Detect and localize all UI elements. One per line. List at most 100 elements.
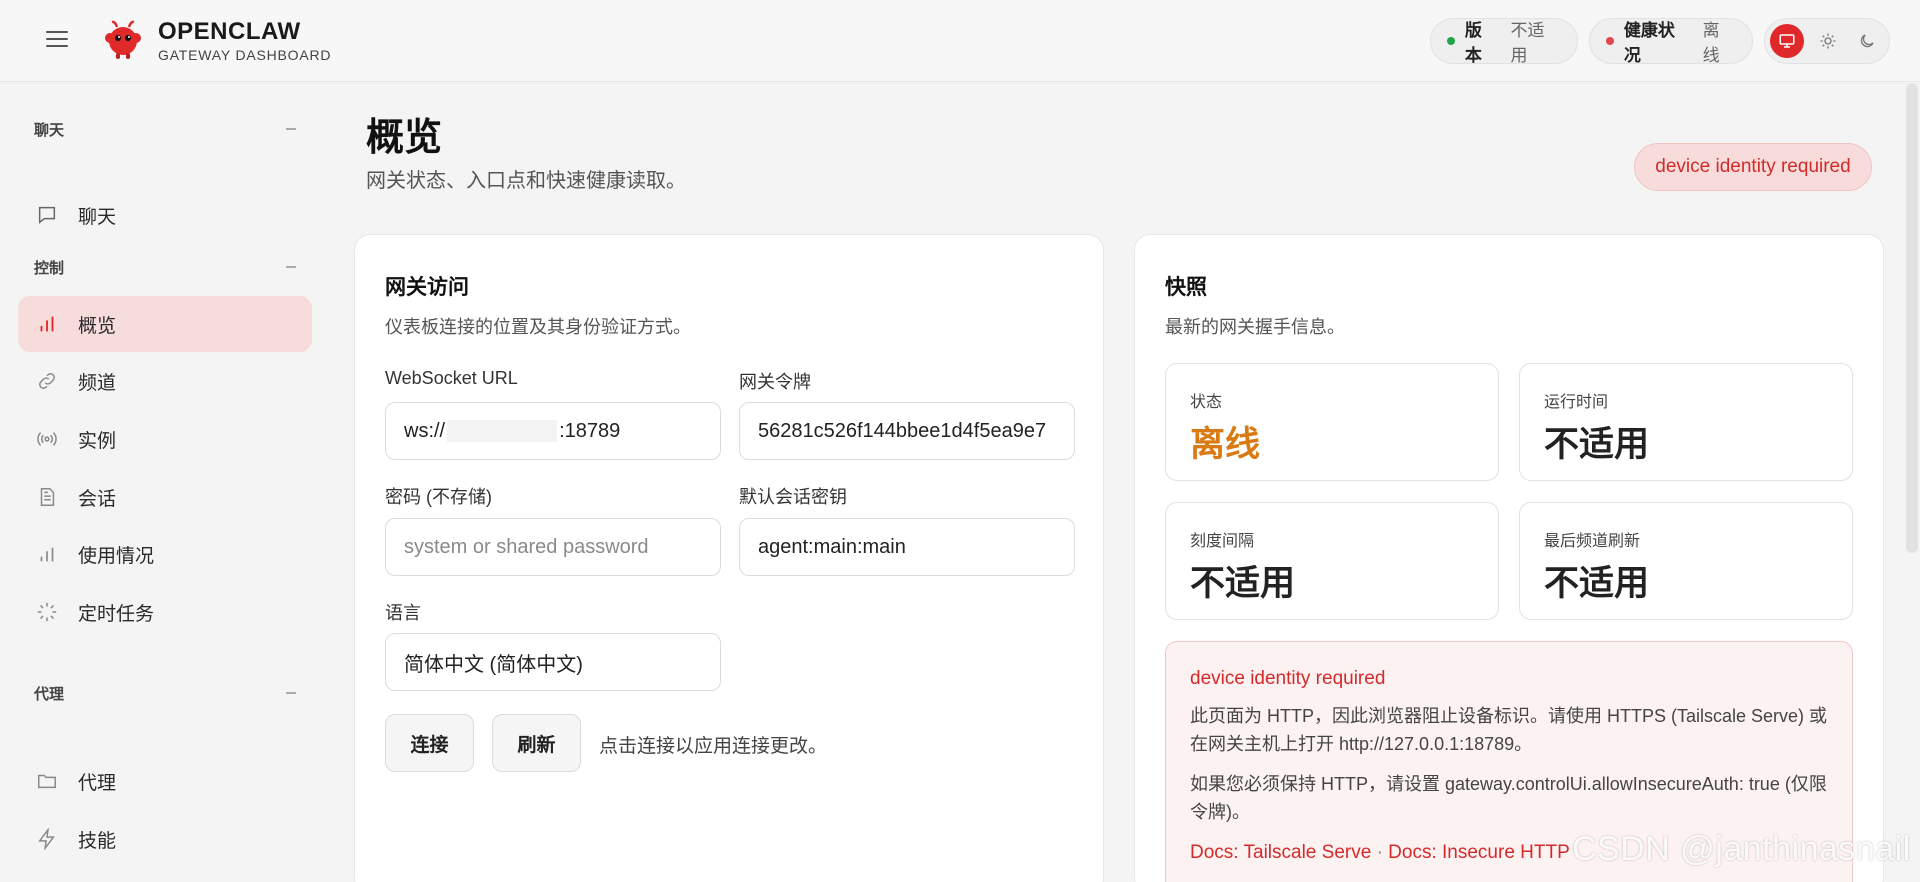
snapshot-card: 快照 最新的网关握手信息。 状态 离线 运行时间 不适用 刻度间隔 不适用 最后…	[1134, 234, 1884, 882]
chat-bubble-icon	[34, 202, 60, 228]
broadcast-icon	[34, 426, 60, 452]
tailscale-serve-docs-link[interactable]: Docs: Tailscale Serve	[1190, 842, 1371, 863]
gateway-token-label: 网关令牌	[739, 372, 811, 392]
stat-value: 不适用	[1544, 425, 1650, 464]
health-pill: 健康状况 离线	[1589, 18, 1753, 65]
page-subtitle: 网关状态、入口点和快速健康读取。	[366, 170, 686, 192]
version-pill: 版本 不适用	[1430, 18, 1578, 65]
stat-label: 刻度间隔	[1190, 533, 1255, 550]
redacted-host	[447, 420, 558, 442]
stat-tick-interval: 刻度间隔 不适用	[1165, 502, 1499, 620]
section-title-chat[interactable]: 聊天	[34, 119, 64, 140]
version-status-dot	[1447, 37, 1455, 45]
sidebar-item-label: 使用情况	[78, 545, 155, 567]
password-label: 密码 (不存储)	[385, 487, 492, 507]
sidebar-item-overview[interactable]: 概览	[18, 296, 312, 352]
sidebar-item-cron[interactable]: 定时任务	[18, 584, 312, 640]
health-value: 离线	[1702, 21, 1720, 65]
bar-chart-icon	[34, 311, 60, 337]
sidebar-item-agents[interactable]: 代理	[18, 753, 312, 809]
collapse-icon[interactable]	[286, 128, 296, 130]
connect-hint: 点击连接以应用连接更改。	[599, 736, 828, 757]
alert-links: Docs: Tailscale Serve · Docs: Insecure H…	[1190, 842, 1570, 864]
brand-name: OPENCLAW	[158, 18, 301, 45]
system-theme-button[interactable]	[1770, 24, 1804, 58]
collapse-icon[interactable]	[286, 266, 296, 268]
page-title: 概览	[366, 117, 443, 159]
link-separator: ·	[1376, 842, 1383, 863]
openclaw-logo	[105, 20, 141, 59]
brand: OPENCLAW GATEWAY DASHBOARD	[158, 18, 331, 63]
sidebar-item-chat[interactable]: 聊天	[18, 187, 312, 243]
dark-theme-button[interactable]	[1850, 24, 1884, 58]
sidebar-item-label: 概览	[78, 315, 117, 337]
card-subtitle: 最新的网关握手信息。	[1165, 317, 1345, 337]
sidebar-item-label: 频道	[78, 372, 117, 394]
stat-status: 状态 离线	[1165, 363, 1499, 481]
websocket-url-prefix: ws://	[404, 419, 446, 442]
scrollbar[interactable]	[1906, 83, 1918, 553]
sidebar-item-sessions[interactable]: 会话	[18, 469, 312, 525]
sidebar: 聊天 聊天 控制 概览 频道 实例 会话 使用情况 定时任务 代理 代理 技能	[0, 83, 330, 882]
section-title-control[interactable]: 控制	[34, 257, 64, 278]
alert-paragraph: 此页面为 HTTP，因此浏览器阻止设备标识。请使用 HTTPS (Tailsca…	[1190, 706, 1828, 754]
watermark: CSDN @janthinasnail	[1572, 830, 1911, 868]
sidebar-item-label: 定时任务	[78, 603, 155, 625]
connect-button[interactable]: 连接	[385, 714, 474, 772]
section-title-agents[interactable]: 代理	[34, 683, 64, 704]
sidebar-item-label: 会话	[78, 488, 117, 510]
monitor-icon	[1779, 34, 1795, 48]
bar-chart-icon	[34, 541, 60, 567]
brand-subtitle: GATEWAY DASHBOARD	[158, 47, 332, 63]
collapse-icon[interactable]	[286, 692, 296, 694]
stat-value: 不适用	[1190, 564, 1296, 603]
sidebar-item-label: 聊天	[78, 206, 117, 228]
sun-icon	[1820, 33, 1836, 49]
session-key-label: 默认会话密钥	[739, 487, 847, 507]
language-select[interactable]: 简体中文 (简体中文)	[385, 633, 721, 691]
alert-paragraph: 如果您必须保持 HTTP，请设置 gateway.controlUi.allow…	[1190, 774, 1827, 822]
top-bar: OPENCLAW GATEWAY DASHBOARD 版本 不适用 健康状况 离…	[0, 0, 1920, 82]
link-icon	[34, 368, 60, 394]
password-input[interactable]: system or shared password	[385, 518, 721, 576]
health-status-dot	[1606, 37, 1614, 45]
websocket-url-label: WebSocket URL	[385, 368, 518, 388]
theme-switcher	[1764, 18, 1890, 64]
sidebar-item-nodes[interactable]: 节点	[18, 868, 312, 882]
lightning-icon	[34, 826, 60, 852]
stat-label: 状态	[1190, 394, 1223, 411]
loader-icon	[34, 599, 60, 625]
stat-value: 不适用	[1544, 564, 1650, 603]
sidebar-item-instances[interactable]: 实例	[18, 411, 312, 467]
version-label: 版本	[1464, 21, 1482, 65]
sidebar-item-label: 实例	[78, 430, 117, 452]
card-title: 网关访问	[385, 276, 469, 299]
stat-last-channel-refresh: 最后频道刷新 不适用	[1519, 502, 1853, 620]
card-subtitle: 仪表板连接的位置及其身份验证方式。	[385, 317, 691, 337]
sidebar-item-skills[interactable]: 技能	[18, 811, 312, 867]
version-value: 不适用	[1510, 21, 1545, 65]
sidebar-item-channels[interactable]: 频道	[18, 353, 312, 409]
sidebar-item-usage[interactable]: 使用情况	[18, 526, 312, 582]
websocket-url-suffix: :18789	[559, 419, 621, 442]
language-label: 语言	[385, 603, 421, 623]
sidebar-item-label: 技能	[78, 830, 117, 852]
refresh-button[interactable]: 刷新	[492, 714, 581, 772]
error-badge: device identity required	[1634, 143, 1872, 191]
stat-label: 最后频道刷新	[1544, 533, 1641, 550]
menu-icon[interactable]	[42, 26, 72, 56]
gateway-token-input[interactable]: 56281c526f144bbee1d4f5ea9e7	[739, 402, 1075, 460]
websocket-url-input[interactable]: ws:// :18789	[385, 402, 721, 460]
moon-icon	[1860, 34, 1874, 48]
card-title: 快照	[1165, 276, 1207, 299]
insecure-http-docs-link[interactable]: Docs: Insecure HTTP	[1388, 842, 1570, 863]
sidebar-item-label: 代理	[78, 772, 117, 794]
document-icon	[34, 484, 60, 510]
gateway-access-card: 网关访问 仪表板连接的位置及其身份验证方式。 WebSocket URL ws:…	[354, 234, 1104, 882]
health-label: 健康状况	[1623, 21, 1675, 65]
session-key-input[interactable]: agent:main:main	[739, 518, 1075, 576]
alert-title: device identity required	[1190, 668, 1386, 689]
folder-icon	[34, 768, 60, 794]
stat-uptime: 运行时间 不适用	[1519, 363, 1853, 481]
light-theme-button[interactable]	[1811, 24, 1845, 58]
